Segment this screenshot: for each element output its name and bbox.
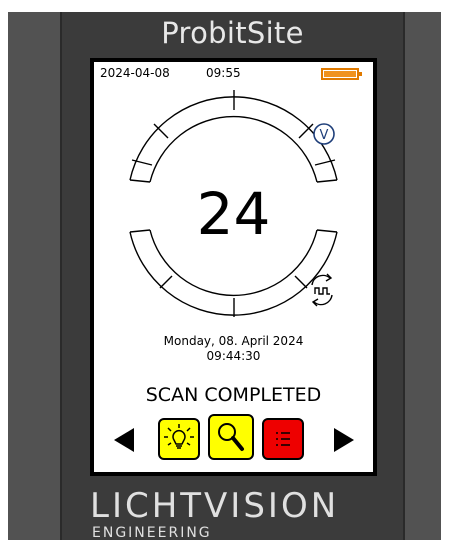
device-edge-right: [403, 12, 405, 540]
prev-arrow-icon[interactable]: [114, 428, 134, 452]
brand-logo: LICHTVISION: [90, 486, 340, 526]
device-screen: 2024-04-08 09:55 V 24 Monday, 08. April …: [90, 58, 377, 476]
scan-status-label: SCAN COMPLETED: [145, 384, 322, 406]
count-value: 24: [196, 180, 271, 248]
list-mode-button[interactable]: [262, 418, 304, 460]
magnifier-icon: [218, 423, 244, 451]
left-bezel: [8, 12, 62, 540]
v-badge-label: V: [320, 128, 329, 143]
lightbulb-icon: [164, 424, 194, 449]
sync-signal-icon: [311, 273, 333, 307]
device-title: ProbitSite: [161, 16, 304, 50]
search-mode-button[interactable]: [208, 414, 254, 460]
brand-subtitle: ENGINEERING: [92, 525, 212, 541]
scan-date: Monday, 08. April 2024: [163, 334, 304, 348]
device-edge-left: [60, 12, 62, 540]
light-mode-button[interactable]: [158, 418, 200, 460]
next-arrow-icon[interactable]: [334, 428, 354, 452]
scan-time: 09:44:30: [206, 349, 261, 363]
right-bezel: [403, 12, 441, 540]
list-icon: [276, 432, 290, 446]
